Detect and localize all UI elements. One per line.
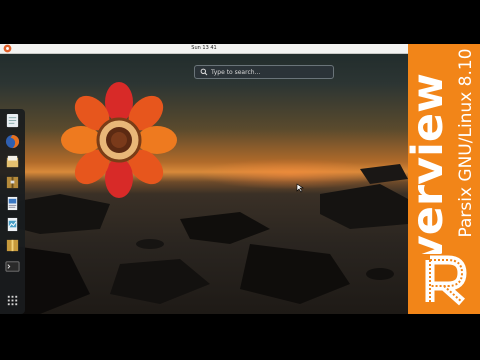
app-grid-icon[interactable] — [5, 293, 20, 308]
document-icon[interactable] — [5, 196, 20, 211]
spreadsheet-icon[interactable] — [5, 217, 20, 232]
overview-banner: overview Parsix GNU/Linux 8.10 — [403, 44, 480, 314]
top-panel: Sun 13 41 — [0, 44, 408, 54]
search-box[interactable] — [194, 65, 334, 79]
search-input[interactable] — [211, 66, 329, 78]
firefox-icon[interactable] — [5, 134, 20, 149]
mouse-cursor-icon — [296, 183, 304, 193]
flower-logo-icon — [61, 82, 177, 198]
file-manager-icon[interactable] — [5, 154, 20, 169]
r-logo-icon — [418, 254, 472, 308]
package-icon[interactable] — [5, 238, 20, 253]
distro-name: Parsix GNU/Linux 8.10 — [456, 48, 476, 238]
archive-icon[interactable] — [5, 175, 20, 190]
dash-dock — [0, 109, 25, 314]
clock[interactable]: Sun 13 41 — [0, 44, 408, 53]
search-icon — [200, 68, 208, 76]
text-editor-icon[interactable] — [5, 113, 20, 128]
terminal-icon[interactable] — [5, 259, 20, 274]
